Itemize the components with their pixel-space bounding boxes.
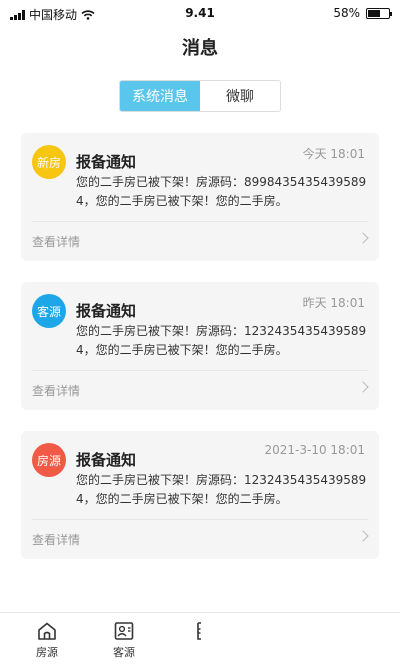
- battery-percent: 58%: [333, 6, 360, 20]
- battery-level: [368, 9, 380, 17]
- message-time: 今天 18:01: [302, 147, 365, 161]
- badge-avatar: 房源: [32, 443, 66, 477]
- chevron-right-icon[interactable]: [357, 530, 369, 542]
- message-time: 2021-3-10 18:01: [264, 443, 366, 457]
- message-body: 您的二手房已被下架！房源码：89984354354395894，您的二手房已被下…: [76, 175, 367, 208]
- battery-icon: [366, 7, 392, 19]
- message-card[interactable]: 新房 报备通知 今天 18:01 您的二手房已被下架！房源码：899843543…: [21, 133, 379, 261]
- house-icon: [38, 622, 56, 640]
- message-time: 昨天 18:01: [302, 296, 365, 310]
- tabbar-item-partial[interactable]: [181, 621, 221, 644]
- message-card[interactable]: 客源 报备通知 昨天 18:01 您的二手房已被下架！房源码：123243543…: [21, 282, 379, 410]
- badge-avatar: 新房: [32, 145, 66, 179]
- page-title: 消息: [182, 38, 218, 59]
- tab-micro-chat[interactable]: 微聊: [200, 81, 280, 111]
- tabbar-item-clients[interactable]: 客源: [104, 621, 144, 660]
- message-card[interactable]: 房源 报备通知 2021-3-10 18:01 您的二手房已被下架！房源码：12…: [21, 431, 379, 559]
- message-title: 报备通知: [76, 451, 137, 469]
- message-body: 您的二手房已被下架！房源码：12324354354395894，您的二手房已被下…: [76, 473, 367, 506]
- view-details-link[interactable]: 查看详情: [32, 382, 80, 399]
- contact-card-icon: [114, 622, 134, 640]
- view-details-link[interactable]: 查看详情: [32, 233, 80, 250]
- tab-system-messages[interactable]: 系统消息: [120, 81, 200, 111]
- chevron-right-icon[interactable]: [357, 232, 369, 244]
- view-details-link[interactable]: 查看详情: [32, 531, 80, 548]
- message-type-tabs: 系统消息 微聊: [119, 80, 281, 112]
- chevron-right-icon[interactable]: [357, 381, 369, 393]
- tabbar-label: 房源: [36, 646, 58, 659]
- divider: [32, 221, 368, 222]
- divider: [32, 370, 368, 371]
- status-right: 58%: [333, 6, 392, 20]
- divider: [32, 519, 368, 520]
- tabbar-item-listings[interactable]: 房源: [27, 621, 67, 660]
- partial-icon: [197, 622, 201, 640]
- bottom-tab-bar: 房源 客源: [0, 612, 400, 666]
- tabbar-label: 客源: [113, 646, 135, 659]
- message-title: 报备通知: [76, 153, 137, 171]
- status-bar: 中国移动 9.41 58%: [0, 0, 400, 28]
- badge-avatar: 客源: [32, 294, 66, 328]
- message-body: 您的二手房已被下架！房源码：12324354354395894，您的二手房已被下…: [76, 324, 367, 357]
- message-title: 报备通知: [76, 302, 137, 320]
